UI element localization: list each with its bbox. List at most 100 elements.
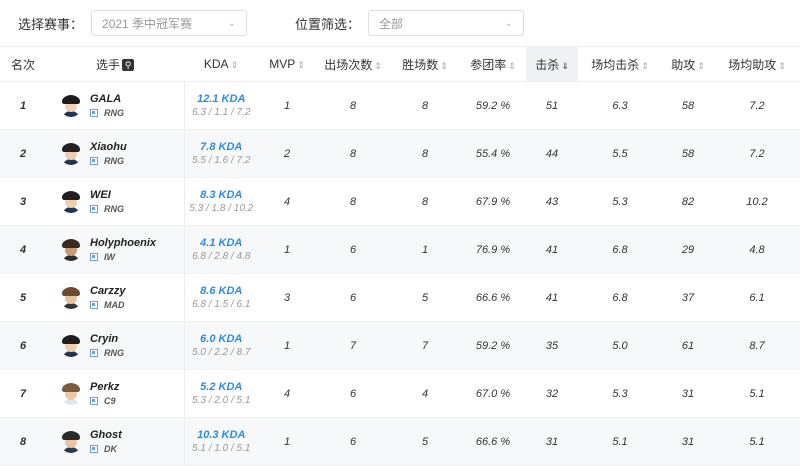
col-games[interactable]: 出场次数 ⇕ xyxy=(316,46,390,82)
table-row[interactable]: 1 GALA RNG 12.1 KDA 6.3 / 1.1 / 7.2 1 8 … xyxy=(0,81,800,130)
player-cell[interactable]: Holyphoenix IW xyxy=(46,225,184,274)
kda-cell: 5.2 KDA 5.3 / 2.0 / 5.1 xyxy=(183,369,258,418)
table-body: 1 GALA RNG 12.1 KDA 6.3 / 1.1 / 7.2 1 8 … xyxy=(0,81,800,466)
col-player: 选手 ⚲ xyxy=(46,46,184,82)
col-kp-label: 参团率 xyxy=(470,57,507,72)
player-team: DK xyxy=(90,443,122,455)
sort-icon: ⇕ xyxy=(374,60,382,71)
player-cell[interactable]: Xiaohu RNG xyxy=(46,129,184,178)
avatar-hair xyxy=(62,94,80,104)
kda-cell: 8.3 KDA 5.3 / 1.8 / 10.2 xyxy=(183,177,258,226)
position-filter-label: 位置筛选： xyxy=(295,16,361,32)
kills-cell: 41 xyxy=(526,225,578,274)
table-row[interactable]: 3 WEI RNG 8.3 KDA 5.3 / 1.8 / 10.2 4 8 8… xyxy=(0,177,800,226)
col-assists[interactable]: 助攻 ⇕ xyxy=(662,46,714,82)
col-kda[interactable]: KDA ⇕ xyxy=(184,46,258,82)
kp-cell: 67.9 % xyxy=(460,177,526,226)
avg-kills-cell: 5.1 xyxy=(578,417,662,466)
position-select-value: 全部 xyxy=(379,16,404,31)
col-kills[interactable]: 击杀 ⇓ xyxy=(526,46,578,82)
role-icon xyxy=(90,444,98,453)
player-cell[interactable]: Perkz C9 xyxy=(46,369,184,418)
assists-cell: 61 xyxy=(662,321,714,370)
table-row[interactable]: 4 Holyphoenix IW 4.1 KDA 6.8 / 2.8 / 4.8… xyxy=(0,225,800,274)
player-cell[interactable]: Ghost DK xyxy=(46,417,184,466)
col-avg-assists-label: 场均助攻 xyxy=(728,57,777,72)
col-mvp[interactable]: MVP ⇕ xyxy=(258,46,316,82)
player-info[interactable]: Ghost DK xyxy=(46,429,184,455)
team-name: DK xyxy=(104,443,117,454)
wins-cell: 5 xyxy=(390,273,460,322)
col-wins[interactable]: 胜场数 ⇕ xyxy=(390,46,460,82)
season-select[interactable]: 2021 季中冠军赛 ⌄ xyxy=(91,10,248,36)
player-cell[interactable]: Cryin RNG xyxy=(46,321,184,370)
table-row[interactable]: 8 Ghost DK 10.3 KDA 5.1 / 1.0 / 5.1 1 6 … xyxy=(0,417,800,466)
player-cell[interactable]: GALA RNG xyxy=(46,81,184,130)
kp-cell: 55.4 % xyxy=(460,129,526,178)
player-text: GALA RNG xyxy=(90,93,124,119)
avatar xyxy=(60,286,82,309)
player-name[interactable]: Perkz xyxy=(90,381,119,394)
player-info[interactable]: Cryin RNG xyxy=(46,333,184,359)
kp-cell: 59.2 % xyxy=(460,81,526,130)
col-kp[interactable]: 参团率 ⇕ xyxy=(460,46,526,82)
wins-cell: 4 xyxy=(390,369,460,418)
table-row[interactable]: 7 Perkz C9 5.2 KDA 5.3 / 2.0 / 5.1 4 6 4… xyxy=(0,369,800,418)
role-icon xyxy=(90,252,98,261)
position-select[interactable]: 全部 ⌄ xyxy=(368,10,525,36)
avg-kills-cell: 5.3 xyxy=(578,369,662,418)
assists-cell: 58 xyxy=(662,81,714,130)
kda-value: 5.2 KDA xyxy=(200,380,243,393)
player-cell[interactable]: Carzzy MAD xyxy=(46,273,184,322)
games-cell: 8 xyxy=(316,81,390,130)
avatar-hair xyxy=(62,334,80,344)
games-cell: 6 xyxy=(316,417,390,466)
kills-cell: 41 xyxy=(526,273,578,322)
kda-detail: 5.3 / 2.0 / 5.1 xyxy=(192,394,251,406)
avg-assists-cell: 10.2 xyxy=(714,177,800,226)
player-text: Cryin RNG xyxy=(90,333,124,359)
games-cell: 6 xyxy=(316,225,390,274)
player-name[interactable]: Holyphoenix xyxy=(90,237,156,250)
col-avg-assists[interactable]: 场均助攻 ⇕ xyxy=(714,46,800,82)
player-info[interactable]: Perkz C9 xyxy=(46,381,184,407)
kda-cell: 8.6 KDA 6.8 / 1.5 / 6.1 xyxy=(183,273,258,322)
games-cell: 6 xyxy=(316,369,390,418)
player-name[interactable]: GALA xyxy=(90,93,124,106)
avg-assists-cell: 4.8 xyxy=(714,225,800,274)
player-info[interactable]: Holyphoenix IW xyxy=(46,237,184,263)
player-name[interactable]: WEI xyxy=(90,189,124,202)
avg-assists-cell: 8.7 xyxy=(714,321,800,370)
table-row[interactable]: 6 Cryin RNG 6.0 KDA 5.0 / 2.2 / 8.7 1 7 … xyxy=(0,321,800,370)
kda-cell: 10.3 KDA 5.1 / 1.0 / 5.1 xyxy=(183,417,258,466)
player-name[interactable]: Cryin xyxy=(90,333,124,346)
search-icon[interactable]: ⚲ xyxy=(122,59,134,72)
kp-cell: 66.6 % xyxy=(460,273,526,322)
team-name: RNG xyxy=(104,347,124,358)
kills-cell: 32 xyxy=(526,369,578,418)
assists-cell: 58 xyxy=(662,129,714,178)
col-player-label: 选手 xyxy=(95,57,120,72)
kda-value: 8.3 KDA xyxy=(200,188,243,201)
table-row[interactable]: 5 Carzzy MAD 8.6 KDA 6.8 / 1.5 / 6.1 3 6… xyxy=(0,273,800,322)
col-avg-kills[interactable]: 场均击杀 ⇕ xyxy=(578,46,662,82)
sort-icon: ⇕ xyxy=(230,60,239,70)
avg-assists-cell: 6.1 xyxy=(714,273,800,322)
player-name[interactable]: Carzzy xyxy=(90,285,125,298)
kda-cell: 12.1 KDA 6.3 / 1.1 / 7.2 xyxy=(183,81,258,130)
table-row[interactable]: 2 Xiaohu RNG 7.8 KDA 5.5 / 1.6 / 7.2 2 8… xyxy=(0,129,800,178)
player-name[interactable]: Xiaohu xyxy=(90,141,127,154)
player-info[interactable]: Carzzy MAD xyxy=(46,285,184,311)
col-wins-label: 胜场数 xyxy=(402,57,439,72)
kda-detail: 5.3 / 1.8 / 10.2 xyxy=(189,202,254,214)
player-cell[interactable]: WEI RNG xyxy=(46,177,184,226)
sort-icon: ⇕ xyxy=(778,60,786,71)
chevron-down-icon: ⌄ xyxy=(504,17,514,29)
rank-cell: 1 xyxy=(0,81,46,130)
player-team: RNG xyxy=(90,347,124,359)
player-name[interactable]: Ghost xyxy=(90,429,122,442)
player-info[interactable]: GALA RNG xyxy=(46,93,184,119)
player-info[interactable]: Xiaohu RNG xyxy=(46,141,184,167)
player-text: Holyphoenix IW xyxy=(90,237,156,263)
player-info[interactable]: WEI RNG xyxy=(46,189,184,215)
